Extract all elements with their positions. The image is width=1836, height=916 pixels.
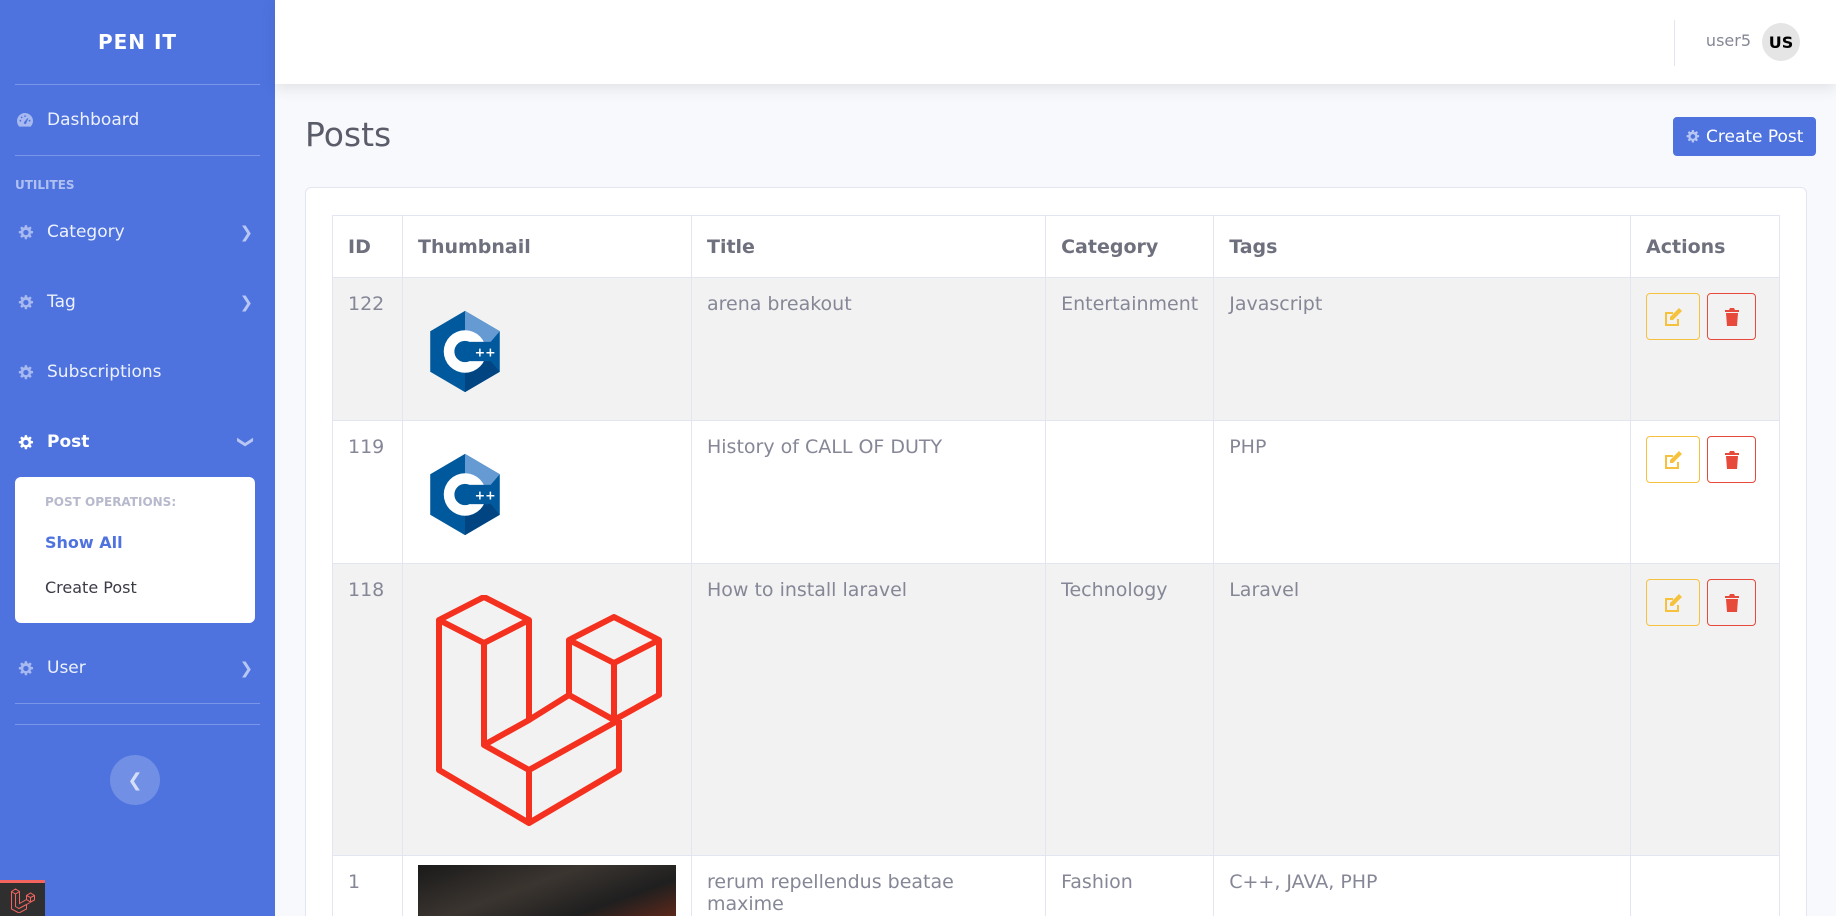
submenu-show-all[interactable]: Show All	[15, 527, 255, 565]
column-header-thumbnail[interactable]: Thumbnail	[401, 215, 692, 278]
gear-icon	[15, 432, 35, 452]
cell-title: rerum repellendus beatae maxime	[690, 855, 1047, 916]
sidebar-item-user[interactable]: User ❯	[0, 633, 275, 703]
cell-thumbnail: ++	[401, 277, 692, 421]
cell-category: Entertainment	[1045, 277, 1215, 421]
sidebar-section-heading: UTILITES	[15, 178, 75, 192]
user-name[interactable]: user5	[1706, 31, 1751, 50]
column-header-title[interactable]: Title	[690, 215, 1047, 278]
submenu-create-post[interactable]: Create Post	[15, 565, 255, 611]
avatar[interactable]: US	[1762, 23, 1800, 61]
cell-id: 119	[332, 420, 403, 564]
cell-category: Fashion	[1045, 855, 1215, 916]
post-submenu: POST OPERATIONS: Show All Create Post	[15, 477, 255, 623]
chevron-right-icon: ❯	[239, 292, 253, 312]
sidebar-item-label: Dashboard	[47, 110, 140, 130]
sidebar-item-dashboard[interactable]: Dashboard	[0, 85, 275, 155]
edit-icon	[1665, 593, 1683, 612]
sidebar-divider	[15, 703, 260, 704]
cell-thumbnail	[401, 563, 692, 856]
edit-button[interactable]	[1646, 579, 1701, 626]
posts-table: ID Thumbnail Title Category Tags Actions…	[332, 215, 1780, 916]
laravel-debugbar-icon[interactable]	[0, 880, 45, 916]
cell-id: 1	[332, 855, 403, 916]
chevron-right-icon: ❯	[239, 222, 253, 242]
sidebar-item-label: Category	[47, 222, 125, 242]
brand[interactable]: PEN IT	[0, 0, 275, 84]
gear-icon	[1685, 129, 1700, 144]
topbar: user5 US	[275, 0, 1836, 84]
cell-id: 118	[332, 563, 403, 856]
sidebar-item-label: Post	[47, 432, 90, 452]
gear-icon	[15, 222, 35, 242]
column-header-category[interactable]: Category	[1045, 215, 1215, 278]
svg-text:++: ++	[475, 487, 496, 502]
cell-category: Technology	[1045, 563, 1215, 856]
gear-icon	[15, 292, 35, 312]
cell-actions	[1630, 420, 1780, 564]
cell-tags: Laravel	[1213, 563, 1632, 856]
delete-button[interactable]	[1707, 293, 1757, 340]
cell-title: History of CALL OF DUTY	[690, 420, 1047, 564]
gear-icon	[15, 658, 35, 678]
cell-tags: PHP	[1213, 420, 1632, 564]
delete-button[interactable]	[1707, 436, 1757, 483]
sidebar-toggle-button[interactable]: ❮	[110, 755, 160, 805]
cpp-logo-icon: ++	[430, 310, 500, 393]
cell-thumbnail	[401, 855, 692, 916]
column-header-id[interactable]: ID	[332, 215, 403, 278]
cell-category	[1045, 420, 1215, 564]
sidebar-item-label: User	[47, 658, 86, 678]
submenu-heading: POST OPERATIONS:	[45, 495, 177, 509]
delete-button[interactable]	[1707, 579, 1757, 626]
gear-icon	[15, 362, 35, 382]
sidebar-item-subscriptions[interactable]: Subscriptions	[0, 337, 275, 407]
column-header-actions: Actions	[1630, 215, 1780, 278]
cell-title: How to install laravel	[690, 563, 1047, 856]
sidebar-divider	[15, 155, 260, 156]
cell-title: arena breakout	[690, 277, 1047, 421]
topbar-divider	[1674, 20, 1675, 66]
table-header-row: ID Thumbnail Title Category Tags Actions	[332, 215, 1780, 278]
sidebar-item-category[interactable]: Category ❯	[0, 197, 275, 267]
cell-actions	[1630, 277, 1780, 421]
column-header-tags[interactable]: Tags	[1213, 215, 1632, 278]
cell-thumbnail: ++	[401, 420, 692, 564]
trash-icon	[1724, 450, 1739, 469]
chevron-right-icon: ❯	[239, 658, 253, 678]
table-row: 1 rerum repellendus beatae maxime Fashio…	[332, 855, 1780, 916]
sidebar: PEN IT Dashboard UTILITES Category ❯ Tag…	[0, 0, 275, 916]
sidebar-item-label: Subscriptions	[47, 362, 162, 382]
cell-actions	[1630, 563, 1780, 856]
cell-actions	[1630, 855, 1780, 916]
table-row: 118 How to install laravel Technology La…	[332, 563, 1780, 856]
dashboard-icon	[15, 110, 35, 130]
edit-button[interactable]	[1646, 436, 1701, 483]
edit-icon	[1665, 307, 1683, 326]
trash-icon	[1724, 307, 1739, 326]
post-thumbnail-image	[417, 865, 676, 916]
cpp-logo-icon: ++	[430, 453, 500, 536]
edit-button[interactable]	[1646, 293, 1701, 340]
table-row: 119 ++ History of CALL OF DUTY PHP	[332, 420, 1780, 564]
create-post-button[interactable]: Create Post	[1673, 117, 1817, 156]
cell-tags: Javascript	[1213, 277, 1632, 421]
posts-card: ID Thumbnail Title Category Tags Actions…	[305, 187, 1807, 916]
sidebar-item-tag[interactable]: Tag ❯	[0, 267, 275, 337]
table-row: 122 ++ arena breakout Entertainment Java…	[332, 277, 1780, 421]
chevron-left-icon: ❮	[127, 769, 143, 791]
page-title: Posts	[305, 115, 392, 154]
cell-id: 122	[332, 277, 403, 421]
sidebar-item-post[interactable]: Post ❯	[0, 407, 275, 477]
sidebar-item-label: Tag	[47, 292, 76, 312]
cell-tags: C++, JAVA, PHP	[1213, 855, 1632, 916]
svg-text:++: ++	[475, 344, 496, 359]
edit-icon	[1665, 450, 1683, 469]
create-post-label: Create Post	[1706, 126, 1804, 147]
laravel-logo-icon	[435, 594, 662, 826]
sidebar-divider	[15, 724, 260, 725]
chevron-down-icon: ❯	[236, 435, 256, 449]
trash-icon	[1724, 593, 1739, 612]
